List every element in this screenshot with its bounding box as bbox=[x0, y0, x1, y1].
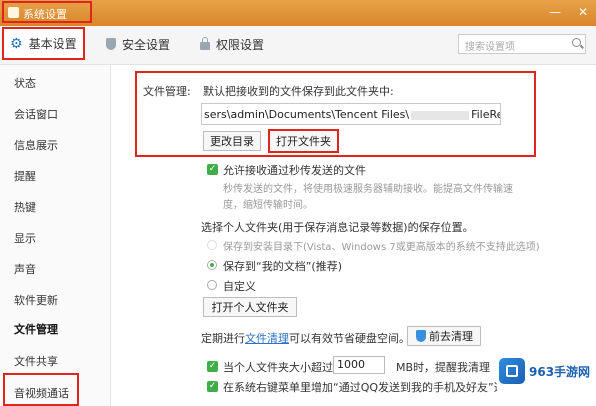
radio-install-dir bbox=[207, 240, 217, 250]
cleanup-text: 定期进行文件清理可以有效节省硬盘空间。 bbox=[201, 330, 410, 346]
size-limit-label: 当个人文件夹大小超过 bbox=[223, 361, 333, 374]
tab-permission-settings[interactable]: 权限设置 bbox=[200, 26, 264, 62]
cleanup-text-before: 定期进行 bbox=[201, 332, 245, 345]
window-title: 系统设置 bbox=[23, 8, 67, 21]
tab-basic-settings[interactable]: ⚙ 基本设置 bbox=[2, 27, 85, 60]
go-cleanup-button[interactable]: 前去清理 bbox=[407, 326, 481, 346]
close-icon[interactable]: ✕ bbox=[576, 5, 590, 19]
allow-transfer-label: 允许接收通过秒传发送的文件 bbox=[223, 164, 366, 177]
sidebar-item-av-call[interactable]: 音视频通话 bbox=[14, 385, 69, 401]
search-input[interactable]: 搜索设置项 bbox=[458, 34, 586, 54]
option-my-documents: 保存到“我的文档”(推荐) bbox=[223, 260, 342, 273]
minimize-icon[interactable]: — bbox=[548, 5, 562, 19]
tab-label: 安全设置 bbox=[122, 37, 171, 52]
size-limit-input[interactable]: 1000 bbox=[333, 356, 385, 374]
folder-path-text: sers\admin\Documents\Tencent Files\ FileR… bbox=[204, 108, 500, 121]
sidebar-item-sound[interactable]: 声音 bbox=[14, 261, 36, 277]
folder-path-suffix: FileRecv\ bbox=[471, 108, 500, 121]
go-cleanup-label: 前去清理 bbox=[429, 330, 473, 343]
open-personal-folder-button[interactable]: 打开个人文件夹 bbox=[203, 297, 297, 317]
watermark-text: 963手游网 bbox=[529, 365, 591, 379]
context-menu-checkbox[interactable]: ✓ bbox=[207, 381, 218, 392]
sidebar-item-display[interactable]: 显示 bbox=[14, 230, 36, 246]
window-title-highlight: 系统设置 bbox=[2, 1, 92, 23]
transfer-description-line2: 度，缩短传输时间。 bbox=[223, 200, 313, 211]
change-directory-button[interactable]: 更改目录 bbox=[203, 131, 261, 151]
redacted-account bbox=[411, 110, 470, 120]
radio-custom[interactable] bbox=[207, 280, 217, 290]
open-folder-button[interactable]: 打开文件夹 bbox=[268, 129, 339, 153]
tab-label: 基本设置 bbox=[28, 37, 77, 51]
sidebar-item-file-sharing[interactable]: 文件共享 bbox=[14, 353, 58, 369]
title-bar: 系统设置 — ✕ bbox=[0, 0, 596, 26]
tab-bar: ⚙ 基本设置 安全设置 权限设置 搜索设置项 bbox=[0, 26, 596, 65]
size-limit-checkbox[interactable]: ✓ bbox=[207, 361, 218, 372]
tab-label: 权限设置 bbox=[216, 37, 265, 52]
tab-security-settings[interactable]: 安全设置 bbox=[106, 26, 170, 62]
allow-transfer-checkbox[interactable]: ✓ bbox=[207, 164, 218, 175]
sidebar-item-chat-window[interactable]: 会话窗口 bbox=[14, 106, 58, 122]
sidebar-item-status[interactable]: 状态 bbox=[14, 75, 36, 91]
file-cleanup-link[interactable]: 文件清理 bbox=[245, 332, 289, 345]
file-management-label: 文件管理: bbox=[143, 85, 191, 98]
sidebar-item-software-update[interactable]: 软件更新 bbox=[14, 292, 58, 308]
shield-icon bbox=[106, 38, 116, 50]
gear-icon: ⚙ bbox=[10, 35, 23, 52]
radio-my-documents[interactable] bbox=[207, 260, 217, 270]
size-limit-text-after: MB时，提醒我清理 bbox=[396, 361, 491, 374]
option-custom: 自定义 bbox=[223, 280, 256, 293]
transfer-description-line1: 秒传发送的文件，将使用极速服务器辅助接收。能提高文件传输速 bbox=[223, 184, 513, 195]
search-placeholder: 搜索设置项 bbox=[465, 42, 515, 53]
window-controls: — ✕ bbox=[548, 5, 590, 19]
context-menu-label: 在系统右键菜单里增加“通过QQ发送到我的手机及好友”选 bbox=[223, 381, 505, 394]
folder-path-prefix: sers\admin\Documents\Tencent Files\ bbox=[204, 108, 410, 121]
default-folder-description: 默认把接收到的文件保存到此文件夹中: bbox=[203, 85, 394, 98]
option-install-dir: 保存到安装目录下(Vista、Windows 7或更高版本的系统不支持此选项) bbox=[223, 242, 540, 253]
search-icon[interactable] bbox=[572, 38, 581, 47]
file-management-box: 文件管理: 默认把接收到的文件保存到此文件夹中: sers\admin\Docu… bbox=[135, 71, 536, 157]
site-watermark: 963手游网 bbox=[497, 354, 596, 394]
shield-icon bbox=[416, 330, 426, 342]
sidebar-item-hotkeys[interactable]: 热键 bbox=[14, 199, 36, 215]
sidebar: 状态 会话窗口 信息展示 提醒 热键 显示 声音 软件更新 文件管理 文件共享 … bbox=[0, 65, 111, 406]
folder-path-field[interactable]: sers\admin\Documents\Tencent Files\ FileR… bbox=[201, 103, 501, 125]
sidebar-item-file-management[interactable]: 文件管理 bbox=[14, 321, 58, 337]
app-icon bbox=[8, 7, 19, 18]
sidebar-item-info-display[interactable]: 信息展示 bbox=[14, 137, 58, 153]
lock-icon bbox=[200, 37, 210, 50]
cleanup-text-after: 可以有效节省硬盘空间。 bbox=[289, 332, 410, 345]
personal-folder-title: 选择个人文件夹(用于保存消息记录等数据)的保存位置。 bbox=[201, 221, 474, 234]
watermark-logo-icon bbox=[499, 358, 525, 384]
sidebar-item-reminder[interactable]: 提醒 bbox=[14, 168, 36, 184]
